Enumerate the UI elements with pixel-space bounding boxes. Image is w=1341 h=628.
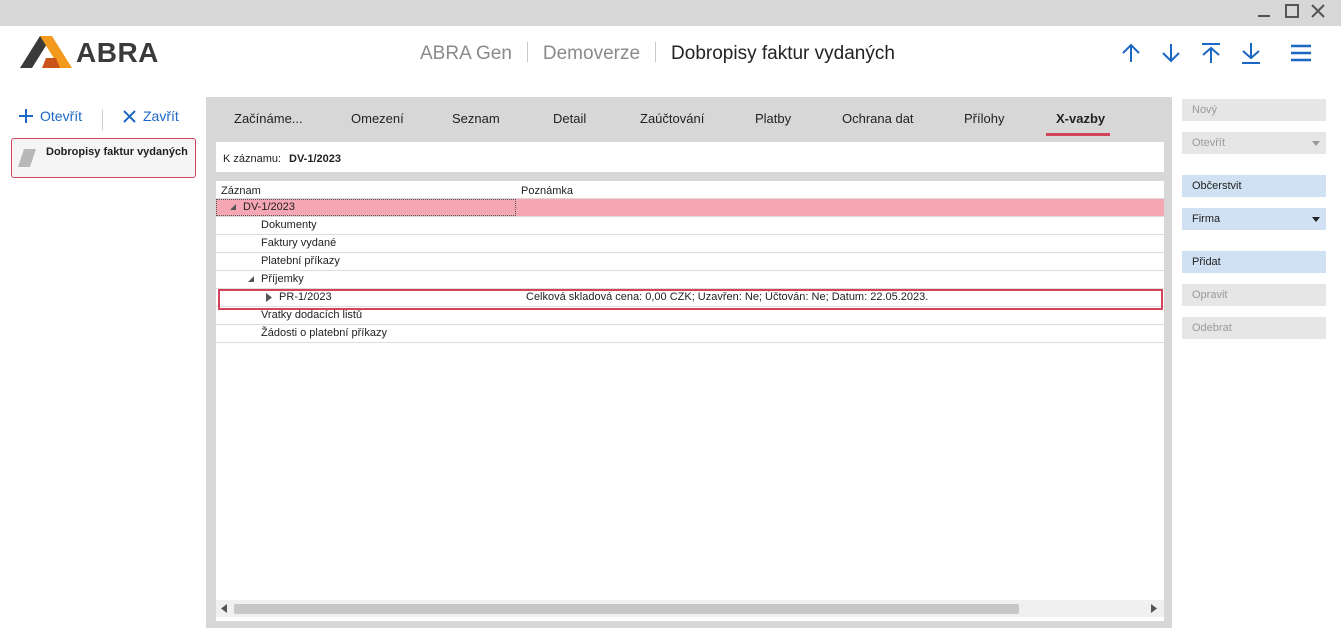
expand-triangle-icon[interactable] <box>265 293 273 302</box>
row-label: Příjemky <box>261 273 304 285</box>
firm-select[interactable]: Firma <box>1182 208 1326 230</box>
close-icon[interactable] <box>1306 0 1330 24</box>
tab-ochrana-dat[interactable]: Ochrana dat <box>842 111 914 126</box>
x-icon <box>123 109 136 123</box>
scrollbar-thumb[interactable] <box>234 604 1019 614</box>
open-select[interactable]: Otevřít <box>1182 132 1326 154</box>
row-label: PR-1/2023 <box>279 291 332 303</box>
divider <box>102 110 103 130</box>
table-row[interactable]: Dokumenty <box>216 217 1164 235</box>
record-bar: K záznamu: DV-1/2023 <box>216 142 1164 172</box>
tab-seznam[interactable]: Seznam <box>452 111 500 126</box>
tab-detail[interactable]: Detail <box>553 111 586 126</box>
links-grid: Záznam Poznámka DV-1/2023 Dokumenty Fakt… <box>216 181 1164 621</box>
main-panel: Začínáme... Omezení Seznam Detail Zaúčto… <box>206 97 1172 628</box>
row-label: Dokumenty <box>261 219 317 231</box>
add-button[interactable]: Přidat <box>1182 251 1326 273</box>
table-row[interactable]: DV-1/2023 <box>216 199 1164 217</box>
menu-icon[interactable] <box>1288 40 1314 66</box>
table-row[interactable]: Příjemky <box>216 271 1164 289</box>
arrow-bottom-icon[interactable] <box>1238 40 1264 66</box>
table-row[interactable]: Žádosti o platební příkazy <box>216 325 1164 343</box>
column-header-zaznam[interactable]: Záznam <box>221 185 261 197</box>
plus-icon <box>19 109 33 123</box>
maximize-icon[interactable] <box>1280 0 1304 24</box>
arrow-up-icon[interactable] <box>1118 40 1144 66</box>
scroll-left-icon[interactable] <box>220 604 228 613</box>
dropdown-icon <box>1312 217 1320 222</box>
row-note: Celková skladová cena: 0,00 CZK; Uzavřen… <box>526 291 929 303</box>
open-label: Otevřít <box>40 108 83 124</box>
row-label: DV-1/2023 <box>243 201 295 213</box>
arrow-top-icon[interactable] <box>1198 40 1224 66</box>
collapse-triangle-icon[interactable] <box>247 275 255 283</box>
page-title: Dobropisy faktur vydaných <box>671 43 895 64</box>
scroll-right-icon[interactable] <box>1150 604 1158 613</box>
firm-select-label: Firma <box>1192 213 1221 225</box>
record-value: DV-1/2023 <box>289 153 341 165</box>
open-select-label: Otevřít <box>1192 137 1226 149</box>
close-label: Zavřít <box>143 108 179 124</box>
horizontal-scrollbar[interactable] <box>216 600 1164 617</box>
refresh-button[interactable]: Občerstvit <box>1182 175 1326 197</box>
close-button[interactable]: Zavřít <box>122 108 179 124</box>
open-document-label: Dobropisy faktur vydaných <box>46 146 188 158</box>
title-bar <box>0 0 1341 26</box>
row-label: Platební příkazy <box>261 255 340 267</box>
tab-zaciname[interactable]: Začínáme... <box>234 111 303 126</box>
open-document-item[interactable]: Dobropisy faktur vydaných <box>11 138 196 178</box>
logo-text: ABRA <box>76 37 159 68</box>
table-row[interactable]: PR-1/2023 Celková skladová cena: 0,00 CZ… <box>216 289 1164 307</box>
new-button[interactable]: Nový <box>1182 99 1326 121</box>
column-header-poznamka[interactable]: Poznámka <box>521 185 573 197</box>
table-row[interactable]: Faktury vydané <box>216 235 1164 253</box>
table-row[interactable]: Vratky dodacích listů <box>216 307 1164 325</box>
tab-prilohy[interactable]: Přílohy <box>964 111 1004 126</box>
tab-x-vazby[interactable]: X-vazby <box>1056 111 1105 126</box>
edit-button[interactable]: Opravit <box>1182 284 1326 306</box>
open-button[interactable]: Otevřít <box>18 108 82 124</box>
active-tab-indicator <box>1046 133 1110 136</box>
document-icon <box>18 149 36 167</box>
breadcrumb-item[interactable]: ABRA Gen <box>420 43 512 64</box>
collapse-triangle-icon[interactable] <box>229 203 237 211</box>
row-label: Žádosti o platební příkazy <box>261 327 387 339</box>
breadcrumb: ABRA Gen Demoverze Dobropisy faktur vydaný… <box>420 42 895 65</box>
remove-button[interactable]: Odebrat <box>1182 317 1326 339</box>
breadcrumb-item[interactable]: Demoverze <box>543 43 640 64</box>
tab-zauctovani[interactable]: Zaúčtování <box>640 111 704 126</box>
arrow-down-icon[interactable] <box>1158 40 1184 66</box>
app-header: ABRA ABRA Gen Demoverze Dobropisy faktur v… <box>0 26 1341 78</box>
row-label: Faktury vydané <box>261 237 337 249</box>
table-row[interactable]: Platební příkazy <box>216 253 1164 271</box>
dropdown-icon <box>1312 141 1320 146</box>
row-label: Vratky dodacích listů <box>261 309 363 321</box>
minimize-icon[interactable] <box>1252 0 1276 24</box>
record-label: K záznamu: <box>223 153 282 165</box>
tab-platby[interactable]: Platby <box>755 111 791 126</box>
tab-omezeni[interactable]: Omezení <box>351 111 404 126</box>
